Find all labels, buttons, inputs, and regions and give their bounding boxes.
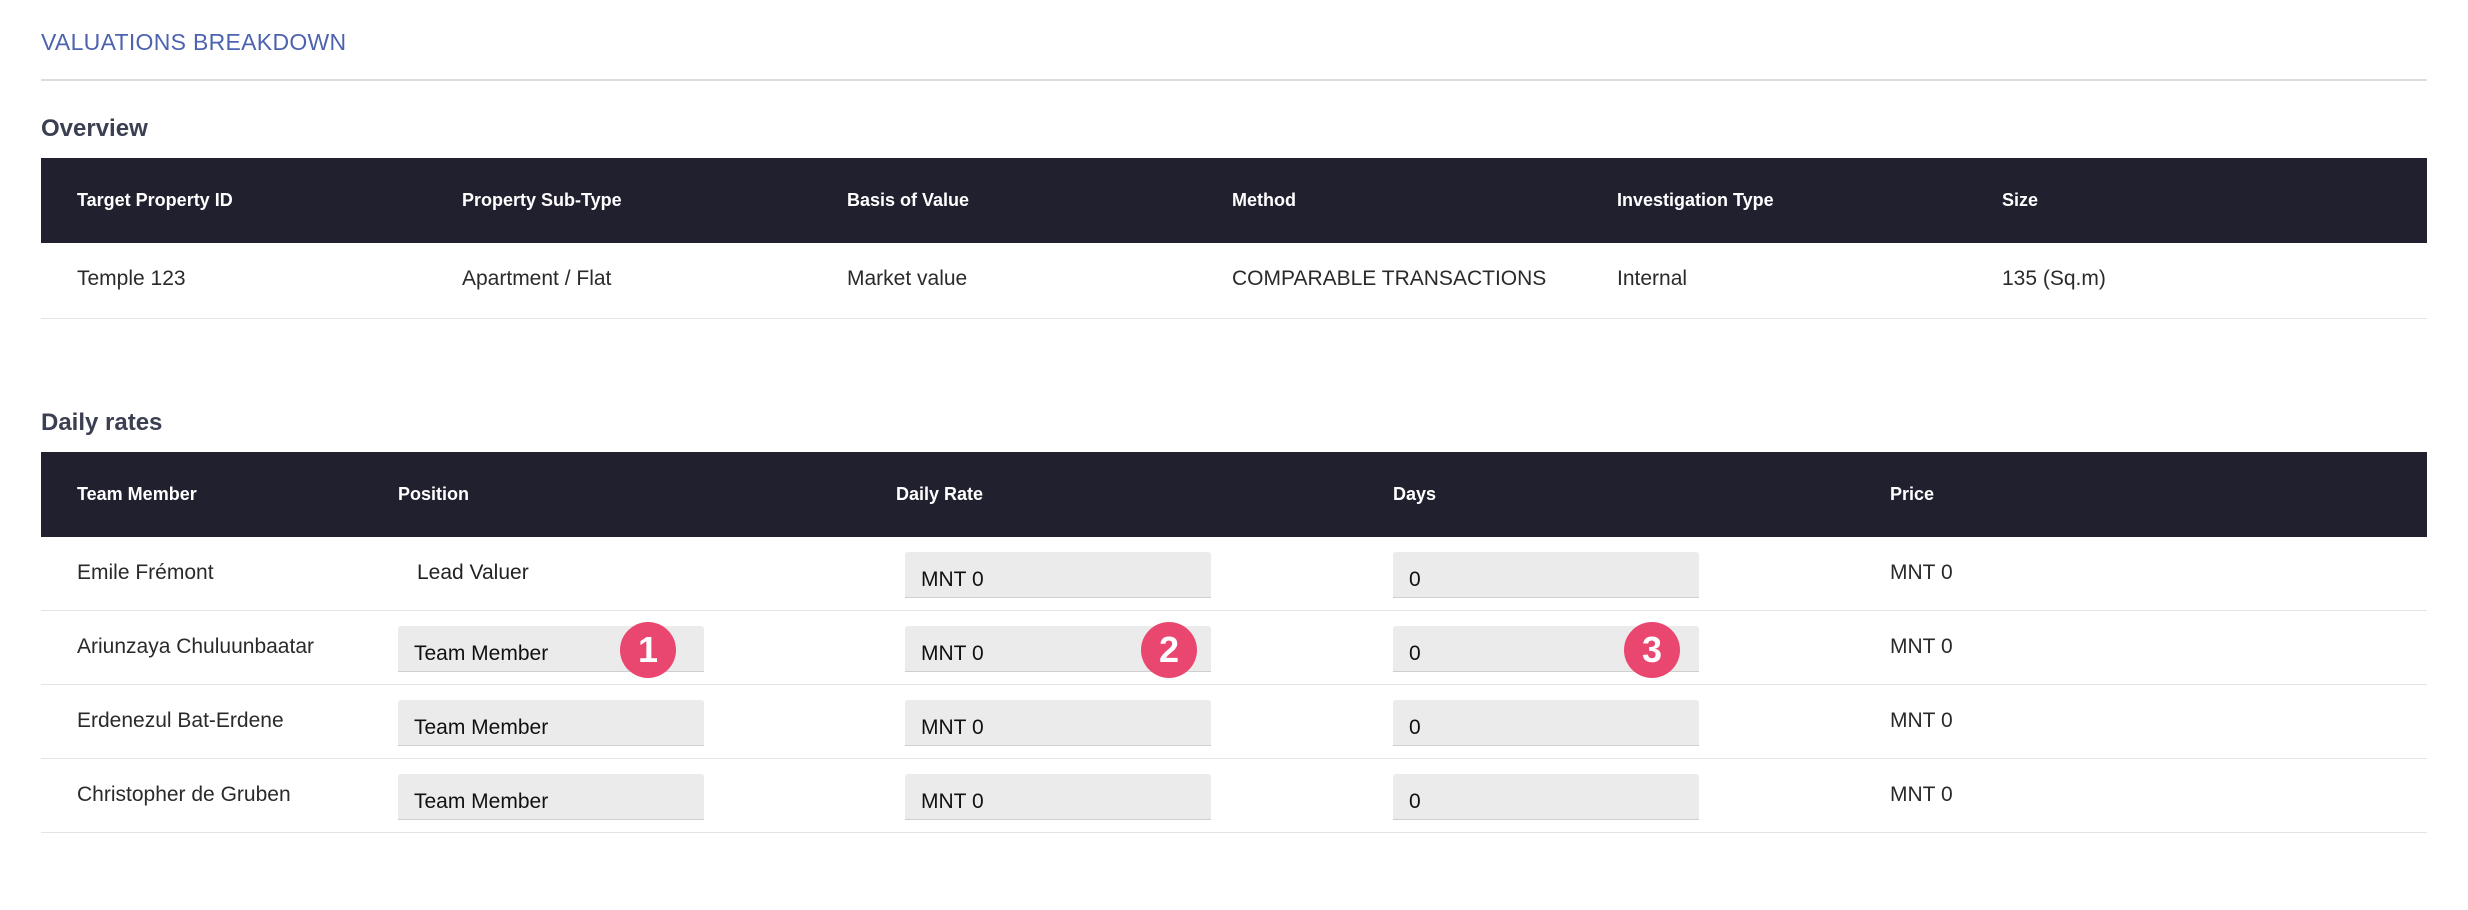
header-target-property-id: Target Property ID (77, 190, 233, 210)
callout-badge-2: 2 (1141, 622, 1197, 678)
title-divider (41, 79, 2427, 81)
header-position: Position (398, 484, 469, 504)
header-team-member: Team Member (77, 484, 197, 504)
header-size: Size (2002, 190, 2039, 210)
basis-of-value-cell: Market value (847, 267, 968, 290)
header-method: Method (1232, 190, 1296, 210)
header-investigation-type: Investigation Type (1617, 190, 1774, 210)
table-row: Emile Frémont Lead Valuer MNT 0 0 MNT 0 (41, 537, 2427, 611)
method-cell: COMPARABLE TRANSACTIONS (1232, 267, 1547, 290)
callout-badge-1: 1 (620, 622, 676, 678)
size-cell: 135 (Sq.m) (2002, 267, 2106, 290)
daily-rate-input[interactable]: MNT 0 (905, 700, 1211, 746)
position-value: Team Member (414, 716, 549, 739)
header-daily-rate: Daily Rate (896, 484, 984, 504)
price-value: MNT 0 (1890, 709, 1953, 732)
callout-badge-3: 3 (1624, 622, 1680, 678)
position-value: Team Member (414, 790, 549, 813)
daily-rate-value: MNT 0 (921, 790, 984, 813)
price-value: MNT 0 (1890, 635, 1953, 658)
target-property-id-cell: Temple 123 (77, 267, 186, 290)
price-value: MNT 0 (1890, 561, 1953, 584)
position-value: Team Member (414, 642, 549, 665)
position-value: Lead Valuer (417, 561, 529, 584)
days-input[interactable]: 0 (1393, 552, 1699, 598)
valuations-breakdown-page: VALUATIONS BREAKDOWN Overview Target Pro… (0, 0, 2468, 910)
team-member-name: Christopher de Gruben (77, 783, 291, 806)
price-value: MNT 0 (1890, 783, 1953, 806)
daily-rates-section-title: Daily rates (41, 409, 163, 436)
daily-rate-input[interactable]: MNT 0 (905, 552, 1211, 598)
team-member-name: Erdenezul Bat-Erdene (77, 709, 284, 732)
daily-rates-table-header: Team Member Position Daily Rate Days Pri… (41, 452, 2427, 537)
position-input[interactable]: Team Member (398, 700, 704, 746)
daily-rate-value: MNT 0 (921, 716, 984, 739)
daily-rate-value: MNT 0 (921, 568, 984, 591)
overview-table-row: Temple 123 Apartment / Flat Market value… (41, 243, 2427, 319)
table-row: Erdenezul Bat-Erdene Team Member MNT 0 0… (41, 685, 2427, 759)
page-title: VALUATIONS BREAKDOWN (41, 29, 347, 55)
days-value: 0 (1409, 716, 1421, 739)
daily-rate-input[interactable]: MNT 0 (905, 774, 1211, 820)
header-property-sub-type: Property Sub-Type (462, 190, 622, 210)
header-price: Price (1890, 484, 1935, 504)
property-sub-type-cell: Apartment / Flat (462, 267, 612, 290)
header-days: Days (1393, 484, 1437, 504)
overview-table-header: Target Property ID Property Sub-Type Bas… (41, 158, 2427, 243)
table-row: Ariunzaya Chuluunbaatar Team Member MNT … (41, 611, 2427, 685)
days-input[interactable]: 0 (1393, 700, 1699, 746)
team-member-name: Ariunzaya Chuluunbaatar (77, 635, 314, 658)
days-value: 0 (1409, 568, 1421, 591)
team-member-name: Emile Frémont (77, 561, 214, 584)
header-basis-of-value: Basis of Value (847, 190, 970, 210)
days-value: 0 (1409, 642, 1421, 665)
overview-section-title: Overview (41, 115, 148, 142)
days-input[interactable]: 0 (1393, 774, 1699, 820)
table-row: Christopher de Gruben Team Member MNT 0 … (41, 759, 2427, 833)
position-input[interactable]: Team Member (398, 774, 704, 820)
daily-rate-value: MNT 0 (921, 642, 984, 665)
investigation-type-cell: Internal (1617, 267, 1688, 290)
days-value: 0 (1409, 790, 1421, 813)
